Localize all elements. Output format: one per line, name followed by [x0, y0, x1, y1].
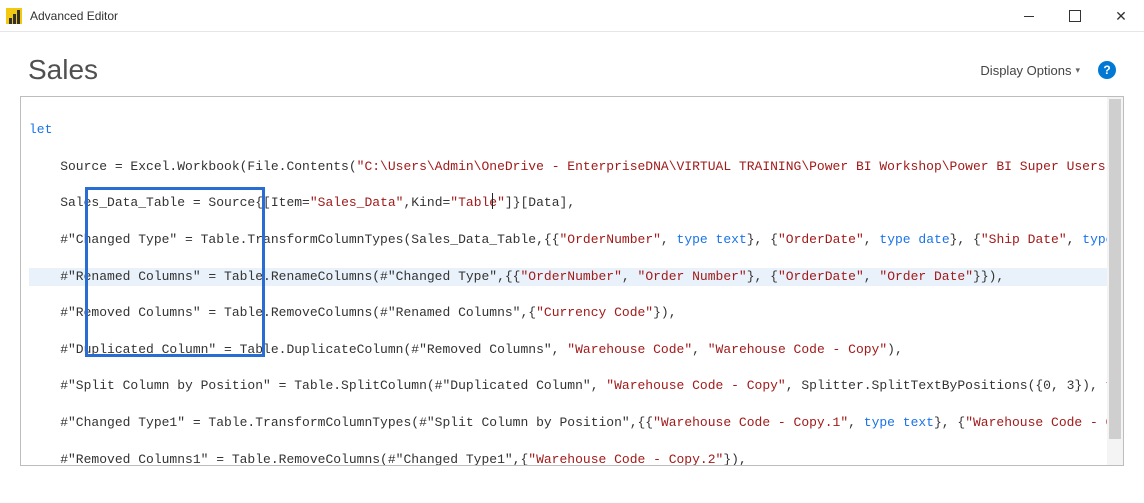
code-string: "Table"	[450, 195, 505, 210]
help-icon: ?	[1103, 63, 1110, 77]
code-text: , Splitter.SplitTextByPositions({0, 3}),	[786, 378, 1106, 393]
code-string: "OrderDate"	[778, 269, 864, 284]
title-bar: Advanced Editor ✕	[0, 0, 1144, 32]
code-string: "Warehouse Code - Copy.2"	[528, 452, 723, 465]
chevron-down-icon: ▾	[1075, 65, 1080, 76]
code-string: "C:\Users\Admin\OneDrive - EnterpriseDNA…	[357, 159, 1123, 174]
vertical-scrollbar[interactable]	[1107, 97, 1123, 465]
code-string: "Ship Date"	[981, 232, 1067, 247]
code-type: type date	[879, 232, 949, 247]
maximize-button[interactable]	[1052, 0, 1098, 32]
code-string: "OrderDate"	[778, 232, 864, 247]
code-string: "Warehouse Code - Copy"	[606, 378, 785, 393]
code-string: "OrderNumber"	[560, 232, 661, 247]
code-editor[interactable]: let Source = Excel.Workbook(File.Content…	[21, 97, 1123, 465]
code-string: "Currency Code"	[536, 305, 653, 320]
keyword-let: let	[29, 122, 52, 137]
code-string: "OrderNumber"	[520, 269, 621, 284]
display-options-label: Display Options	[980, 63, 1071, 78]
window-title: Advanced Editor	[30, 9, 118, 23]
code-string: "Order Date"	[879, 269, 973, 284]
query-name: Sales	[28, 54, 98, 86]
app-logo-icon	[6, 8, 22, 24]
code-string: "Warehouse Code - Cop	[965, 415, 1123, 430]
code-string: "Warehouse Code - Copy.1"	[653, 415, 848, 430]
close-button[interactable]: ✕	[1098, 0, 1144, 32]
code-string: "Sales_Data"	[310, 195, 404, 210]
code-text: Source = Excel.Workbook(File.Contents(	[29, 159, 357, 174]
code-string: "Warehouse Code"	[567, 342, 692, 357]
help-button[interactable]: ?	[1098, 61, 1116, 79]
text-caret	[492, 193, 493, 209]
display-options-dropdown[interactable]: Display Options ▾	[980, 63, 1080, 78]
minimize-button[interactable]	[1006, 0, 1052, 32]
header-row: Sales Display Options ▾ ?	[0, 32, 1144, 96]
code-editor-frame: let Source = Excel.Workbook(File.Content…	[20, 96, 1124, 466]
code-string: "Warehouse Code - Copy"	[708, 342, 887, 357]
code-type: type text	[677, 232, 747, 247]
vertical-scrollbar-thumb[interactable]	[1109, 99, 1121, 439]
code-string: "Order Number"	[638, 269, 747, 284]
window-controls: ✕	[1006, 0, 1144, 32]
code-type: type text	[864, 415, 934, 430]
